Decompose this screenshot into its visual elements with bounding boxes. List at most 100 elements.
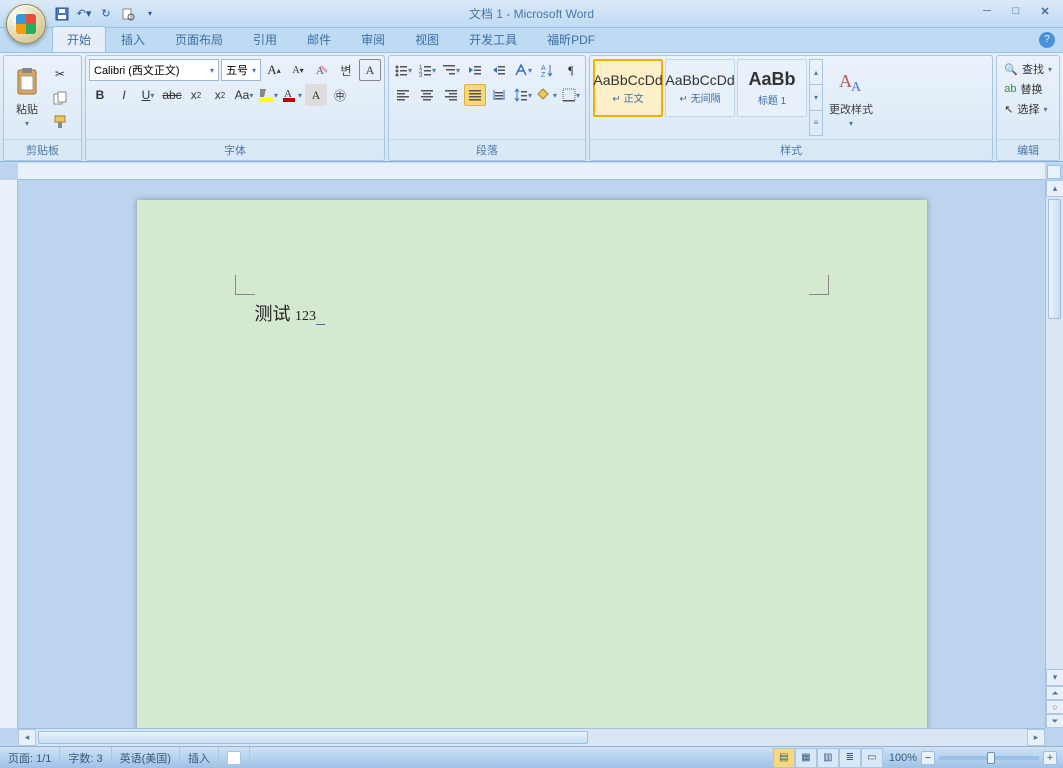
view-full-screen-icon[interactable]: ▦ bbox=[795, 748, 817, 768]
increase-indent-icon[interactable] bbox=[488, 59, 510, 81]
zoom-in-button[interactable]: + bbox=[1043, 751, 1057, 765]
font-color-button[interactable]: A▾ bbox=[281, 84, 303, 106]
style-scroll-up-icon[interactable]: ▴ bbox=[810, 60, 822, 85]
redo-icon[interactable]: ↻ bbox=[96, 4, 116, 24]
scroll-thumb-h[interactable] bbox=[38, 731, 588, 744]
scroll-right-icon[interactable]: ▸ bbox=[1027, 729, 1045, 746]
style-expand-icon[interactable]: ≡ bbox=[810, 111, 822, 135]
subscript-button[interactable]: x2 bbox=[185, 84, 207, 106]
line-spacing-icon[interactable]: ▾ bbox=[512, 84, 534, 106]
zoom-thumb[interactable] bbox=[987, 752, 995, 764]
select-browse-icon[interactable]: ○ bbox=[1046, 700, 1063, 714]
zoom-level[interactable]: 100% bbox=[889, 752, 917, 764]
tab-view[interactable]: 视图 bbox=[400, 26, 454, 52]
status-macro[interactable] bbox=[219, 747, 250, 768]
replace-button[interactable]: ab替换 bbox=[1000, 79, 1056, 99]
copy-icon[interactable] bbox=[49, 87, 71, 109]
help-icon[interactable]: ? bbox=[1039, 32, 1055, 48]
font-size-combo[interactable]: 五号▾ bbox=[221, 59, 261, 81]
tab-mailings[interactable]: 邮件 bbox=[292, 26, 346, 52]
change-styles-button[interactable]: AA 更改样式 ▾ bbox=[825, 59, 877, 136]
scroll-up-icon[interactable]: ▴ bbox=[1046, 180, 1063, 197]
cut-icon[interactable]: ✂ bbox=[49, 63, 71, 85]
font-name-combo[interactable]: Calibri (西文正文)▾ bbox=[89, 59, 219, 81]
select-button[interactable]: ↖选择 ▾ bbox=[1000, 99, 1056, 119]
status-language[interactable]: 英语(美国) bbox=[112, 747, 180, 768]
scroll-left-icon[interactable]: ◂ bbox=[18, 729, 36, 746]
view-outline-icon[interactable]: ≣ bbox=[839, 748, 861, 768]
grow-font-icon[interactable]: A▴ bbox=[263, 59, 285, 81]
style-normal[interactable]: AaBbCcDd ↵ 正文 bbox=[593, 59, 663, 117]
align-center-icon[interactable] bbox=[416, 84, 438, 106]
character-shading-icon[interactable]: A bbox=[305, 84, 327, 106]
decrease-indent-icon[interactable] bbox=[464, 59, 486, 81]
style-no-spacing[interactable]: AaBbCcDd ↵ 无间隔 bbox=[665, 59, 735, 117]
shrink-font-icon[interactable]: A▾ bbox=[287, 59, 309, 81]
superscript-button[interactable]: x2 bbox=[209, 84, 231, 106]
style-heading1[interactable]: AaBb 标题 1 bbox=[737, 59, 807, 117]
save-icon[interactable] bbox=[52, 4, 72, 24]
view-web-layout-icon[interactable]: ▥ bbox=[817, 748, 839, 768]
distributed-icon[interactable] bbox=[488, 84, 510, 106]
prev-page-icon[interactable]: ⏶ bbox=[1046, 686, 1063, 700]
close-button[interactable]: ✕ bbox=[1031, 2, 1059, 20]
status-insert-mode[interactable]: 插入 bbox=[180, 747, 219, 768]
bullets-button[interactable]: ▾ bbox=[392, 59, 414, 81]
asian-layout-icon[interactable]: ▾ bbox=[512, 59, 534, 81]
status-page[interactable]: 页面: 1/1 bbox=[0, 747, 60, 768]
horizontal-ruler[interactable] bbox=[18, 163, 1045, 180]
phonetic-guide-icon[interactable]: 변 bbox=[335, 59, 357, 81]
scroll-thumb-v[interactable] bbox=[1048, 199, 1061, 319]
next-page-icon[interactable]: ⏷ bbox=[1046, 714, 1063, 728]
underline-button[interactable]: U ▾ bbox=[137, 84, 159, 106]
tab-home[interactable]: 开始 bbox=[52, 26, 106, 52]
undo-icon[interactable]: ↶▾ bbox=[74, 4, 94, 24]
zoom-slider[interactable] bbox=[939, 756, 1039, 760]
italic-button[interactable]: I bbox=[113, 84, 135, 106]
find-button[interactable]: 🔍查找 ▾ bbox=[1000, 59, 1056, 79]
highlight-button[interactable]: ▾ bbox=[257, 84, 279, 106]
ruler-toggle-icon[interactable] bbox=[1047, 165, 1061, 179]
vertical-ruler[interactable] bbox=[0, 180, 18, 728]
document-text[interactable]: 测试 123 bbox=[255, 300, 326, 326]
status-words[interactable]: 字数: 3 bbox=[60, 747, 111, 768]
tab-review[interactable]: 审阅 bbox=[346, 26, 400, 52]
enclose-characters-icon[interactable]: ㊥ bbox=[329, 84, 351, 106]
format-painter-icon[interactable] bbox=[49, 111, 71, 133]
paste-button[interactable]: 粘贴 ▾ bbox=[7, 59, 47, 136]
office-button[interactable] bbox=[6, 4, 46, 44]
tab-foxit-pdf[interactable]: 福昕PDF bbox=[532, 26, 610, 52]
maximize-button[interactable]: □ bbox=[1002, 2, 1030, 20]
style-scroll-down-icon[interactable]: ▾ bbox=[810, 85, 822, 110]
change-case-button[interactable]: Aa▾ bbox=[233, 84, 255, 106]
document-page[interactable]: 测试 123 bbox=[137, 200, 927, 728]
tab-references[interactable]: 引用 bbox=[238, 26, 292, 52]
scroll-track-h[interactable] bbox=[36, 729, 1027, 746]
tab-insert[interactable]: 插入 bbox=[106, 26, 160, 52]
clear-formatting-icon[interactable]: A bbox=[311, 59, 333, 81]
borders-icon[interactable]: ▾ bbox=[560, 84, 582, 106]
zoom-out-button[interactable]: − bbox=[921, 751, 935, 765]
align-left-icon[interactable] bbox=[392, 84, 414, 106]
horizontal-scrollbar[interactable]: ◂ ▸ bbox=[18, 728, 1045, 746]
tab-layout[interactable]: 页面布局 bbox=[160, 26, 238, 52]
multilevel-list-button[interactable]: ▾ bbox=[440, 59, 462, 81]
view-draft-icon[interactable]: ▭ bbox=[861, 748, 883, 768]
print-preview-icon[interactable] bbox=[118, 4, 138, 24]
vertical-scrollbar[interactable]: ▴ ▾ ⏶ ○ ⏷ bbox=[1045, 180, 1063, 728]
character-border-icon[interactable]: A bbox=[359, 59, 381, 81]
strikethrough-button[interactable]: abc bbox=[161, 84, 183, 106]
shading-icon[interactable]: ▾ bbox=[536, 84, 558, 106]
view-print-layout-icon[interactable]: ▤ bbox=[773, 748, 795, 768]
align-right-icon[interactable] bbox=[440, 84, 462, 106]
scroll-track-v[interactable] bbox=[1046, 197, 1063, 669]
qat-customize-icon[interactable]: ▾ bbox=[140, 4, 160, 24]
show-marks-icon[interactable]: ¶ bbox=[560, 59, 582, 81]
minimize-button[interactable]: ─ bbox=[973, 2, 1001, 20]
tab-developer[interactable]: 开发工具 bbox=[454, 26, 532, 52]
numbering-button[interactable]: 123▾ bbox=[416, 59, 438, 81]
bold-button[interactable]: B bbox=[89, 84, 111, 106]
sort-icon[interactable]: AZ bbox=[536, 59, 558, 81]
justify-icon[interactable] bbox=[464, 84, 486, 106]
scroll-down-icon[interactable]: ▾ bbox=[1046, 669, 1063, 686]
